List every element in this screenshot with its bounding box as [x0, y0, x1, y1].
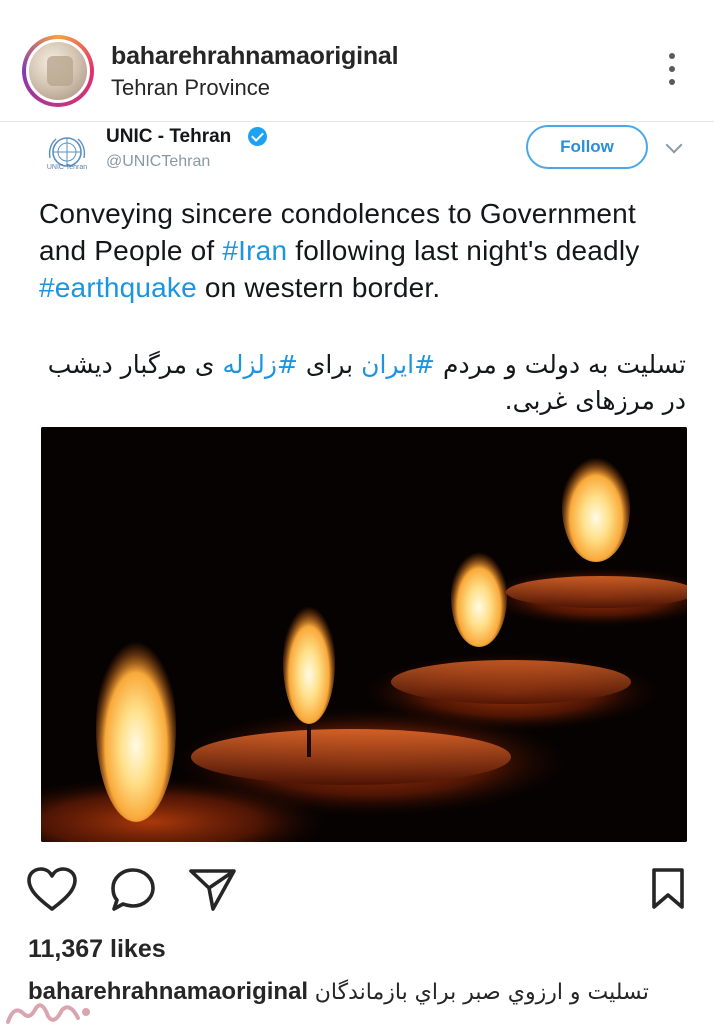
tweet-author-name: UNIC - Tehran	[106, 126, 232, 147]
comment-icon[interactable]	[109, 867, 157, 913]
tweet-text-segment: تسلیت به دولت و مردم	[435, 350, 686, 379]
bookmark-icon[interactable]	[650, 867, 686, 911]
candles-photo	[41, 427, 687, 842]
tweet-text-segment: on western border.	[196, 272, 441, 303]
follow-button[interactable]: Follow	[526, 125, 648, 169]
hashtag-earthquake: #earthquake	[39, 272, 197, 303]
verified-badge-icon	[248, 127, 267, 146]
post-location[interactable]: Tehran Province	[111, 75, 270, 101]
tweet-text-segment: following last night's deadly	[287, 235, 640, 266]
avatar[interactable]	[26, 39, 90, 103]
site-watermark-logo	[6, 1003, 90, 1024]
caption-text: تسلیت و ارزوي صبر براي بازماندگان	[314, 980, 649, 1005]
tweet-text-segment: برای	[297, 350, 362, 379]
action-bar	[0, 857, 714, 927]
send-icon[interactable]	[188, 867, 238, 913]
post-caption: baharehrahnamaoriginal تسلیت و ارزوي صبر…	[28, 978, 692, 1006]
likes-count[interactable]: 11,367 likes	[28, 935, 166, 964]
post-username[interactable]: baharehrahnamaoriginal	[111, 42, 399, 71]
tweet-text-english: Conveying sincere condolences to Governm…	[39, 195, 689, 306]
tweet-author-handle: @UNICTehran	[106, 153, 211, 170]
hashtag-iran-fa: #ایران	[361, 350, 436, 379]
hashtag-earthquake-fa: #زلزله	[222, 350, 298, 379]
chevron-down-icon[interactable]	[665, 136, 683, 154]
tweet-screenshot: UNIC Tehran UNIC - Tehran @UNICTehran Fo…	[0, 122, 714, 857]
tweet-text-persian: تسلیت به دولت و مردم #ایران برای #زلزله …	[38, 347, 686, 419]
hashtag-iran: #Iran	[222, 235, 288, 266]
more-vertical-icon[interactable]	[660, 53, 684, 89]
un-logo-caption: UNIC Tehran	[46, 164, 88, 171]
story-ring[interactable]	[22, 35, 94, 107]
post-header: baharehrahnamaoriginal Tehran Province	[0, 0, 714, 122]
heart-icon[interactable]	[26, 867, 78, 913]
